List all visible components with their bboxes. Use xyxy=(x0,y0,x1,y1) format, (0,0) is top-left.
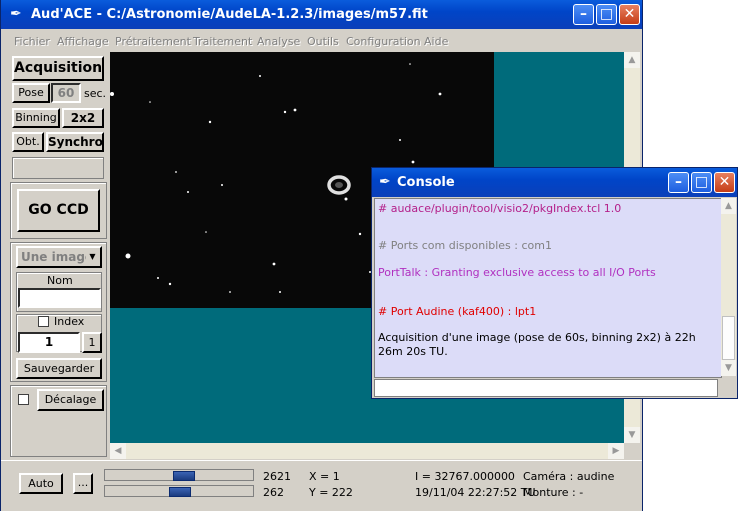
low-threshold-value: 262 xyxy=(263,486,284,499)
mode-select[interactable]: Une image ▼ xyxy=(16,246,102,268)
low-threshold-thumb[interactable] xyxy=(169,487,191,497)
synchro-button[interactable]: Synchro xyxy=(46,132,104,152)
menu-affichage[interactable]: Affichage xyxy=(57,35,109,48)
datetime-readout: 19/11/04 22:27:52 TU xyxy=(415,486,536,499)
index-checkbox[interactable] xyxy=(38,316,49,327)
image-horizontal-scrollbar[interactable]: ◀ ▶ xyxy=(110,443,624,459)
console-title: Console xyxy=(397,175,455,190)
scroll-right-icon[interactable]: ▶ xyxy=(608,443,624,459)
decalage-checkbox[interactable] xyxy=(18,394,29,405)
acquisition-button[interactable]: Acquisition xyxy=(12,56,104,81)
console-maximize-button[interactable]: □ xyxy=(691,172,712,193)
console-scrollbar[interactable]: ▲ ▼ xyxy=(721,198,736,376)
menu-analyse[interactable]: Analyse xyxy=(257,35,300,48)
scroll-up-icon[interactable]: ▲ xyxy=(624,52,640,68)
high-threshold-slider[interactable] xyxy=(104,469,254,481)
window-title: Aud'ACE - C:/Astronomie/AudeLA-1.2.3/ima… xyxy=(31,7,428,22)
high-threshold-thumb[interactable] xyxy=(173,471,195,481)
camera-readout: Caméra : audine xyxy=(523,470,615,483)
high-threshold-value: 2621 xyxy=(263,470,291,483)
console-line: # Port Audine (kaf400) : lpt1 xyxy=(378,305,537,318)
x-coordinate: X = 1 xyxy=(309,470,340,483)
console-minimize-button[interactable]: – xyxy=(668,172,689,193)
pose-field[interactable]: 60 xyxy=(51,83,81,103)
binning-value-button[interactable]: 2x2 xyxy=(62,108,104,128)
menu-bar: Fichier Affichage Prétraitement Traiteme… xyxy=(1,30,642,52)
scroll-left-icon[interactable]: ◀ xyxy=(110,443,126,459)
auto-button[interactable]: Auto xyxy=(19,473,63,494)
close-button[interactable]: ✕ xyxy=(619,4,640,25)
index-label: Index xyxy=(54,315,85,328)
dropdown-arrow-icon[interactable]: ▼ xyxy=(86,250,99,264)
sauvegarder-button[interactable]: Sauvegarder xyxy=(16,358,102,379)
console-line: PortTalk : Granting exclusive access to … xyxy=(378,266,656,279)
console-input[interactable] xyxy=(374,379,718,397)
pose-button[interactable]: Pose xyxy=(12,83,50,103)
scroll-down-icon[interactable]: ▼ xyxy=(624,427,640,443)
console-line: 26m 20s TU. xyxy=(378,345,448,358)
minimize-button[interactable]: – xyxy=(573,4,594,25)
console-line: # audace/plugin/tool/visio2/pkgIndex.tcl… xyxy=(378,202,622,215)
console-close-button[interactable]: ✕ xyxy=(714,172,735,193)
index-increment-button[interactable]: 1 xyxy=(82,332,102,353)
console-output[interactable]: # audace/plugin/tool/visio2/pkgIndex.tcl… xyxy=(374,198,722,378)
acquisition-panel: Acquisition Pose 60 sec. Binning 2x2 Obt… xyxy=(7,52,110,457)
console-scroll-up-icon[interactable]: ▲ xyxy=(721,198,736,214)
index-input[interactable]: 1 xyxy=(18,332,80,353)
decalage-button[interactable]: Décalage xyxy=(37,389,104,411)
binning-button[interactable]: Binning xyxy=(12,108,60,128)
more-button[interactable]: ... xyxy=(73,473,93,494)
low-threshold-slider[interactable] xyxy=(104,485,254,497)
maximize-button[interactable]: □ xyxy=(596,4,617,25)
menu-configuration[interactable]: Configuration xyxy=(346,35,421,48)
obt-button[interactable]: Obt. xyxy=(12,132,44,152)
mount-readout: Monture : - xyxy=(523,486,584,499)
status-field xyxy=(12,157,104,179)
sec-label: sec. xyxy=(84,87,107,100)
console-window: ✒ Console – □ ✕ # audace/plugin/tool/vis… xyxy=(371,167,738,399)
intensity-readout: I = 32767.000000 xyxy=(415,470,515,483)
menu-outils[interactable]: Outils xyxy=(307,35,339,48)
console-title-bar[interactable]: ✒ Console – □ ✕ xyxy=(372,168,737,197)
menu-pretraitement[interactable]: Prétraitement xyxy=(115,35,191,48)
y-coordinate: Y = 222 xyxy=(309,486,353,499)
console-line: # Ports com disponibles : com1 xyxy=(378,239,552,252)
menu-aide[interactable]: Aide xyxy=(424,35,448,48)
menu-fichier[interactable]: Fichier xyxy=(14,35,50,48)
console-scroll-thumb[interactable] xyxy=(722,316,735,360)
mode-select-value: Une image xyxy=(21,250,94,264)
menu-traitement[interactable]: Traitement xyxy=(193,35,252,48)
nom-input[interactable] xyxy=(18,288,101,308)
console-line: Acquisition d'une image (pose de 60s, bi… xyxy=(378,331,696,344)
go-ccd-button[interactable]: GO CCD xyxy=(17,189,100,232)
console-feather-icon: ✒ xyxy=(379,174,391,190)
feather-icon: ✒ xyxy=(10,6,22,22)
nom-label: Nom xyxy=(47,274,73,287)
console-scroll-down-icon[interactable]: ▼ xyxy=(721,360,736,376)
main-title-bar[interactable]: ✒ Aud'ACE - C:/Astronomie/AudeLA-1.2.3/i… xyxy=(1,0,642,29)
status-bar: Auto ... 2621 262 X = 1 Y = 222 I = 3276… xyxy=(1,460,642,511)
